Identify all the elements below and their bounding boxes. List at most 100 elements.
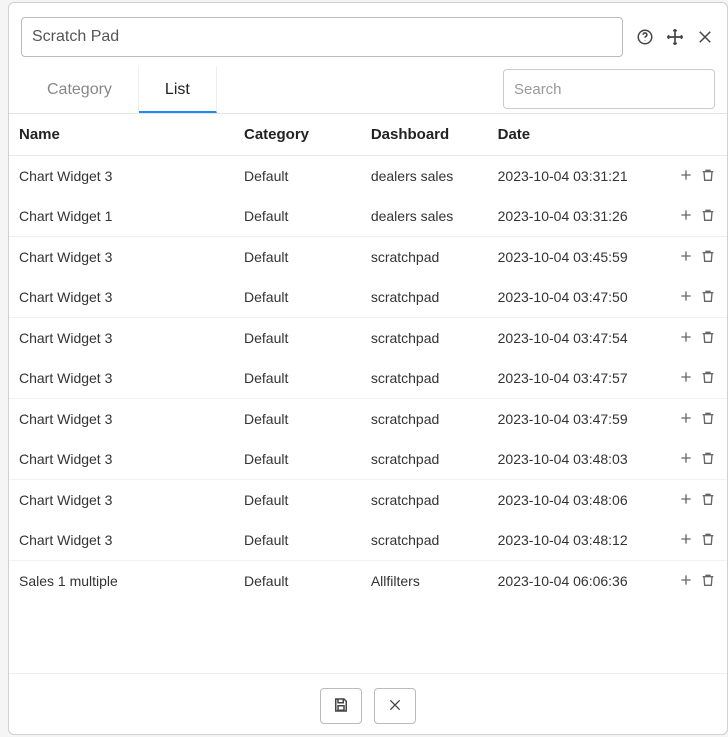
close-icon[interactable] <box>695 27 715 47</box>
cell-dashboard: scratchpad <box>361 520 488 561</box>
cell-date: 2023-10-04 03:48:03 <box>488 439 662 480</box>
cell-category: Default <box>234 520 361 561</box>
table-row[interactable]: Chart Widget 3Defaultscratchpad2023-10-0… <box>9 439 727 480</box>
table-row[interactable]: Chart Widget 3Defaultscratchpad2023-10-0… <box>9 399 727 440</box>
cell-category: Default <box>234 399 361 440</box>
add-icon[interactable] <box>677 449 695 467</box>
cell-actions <box>661 520 727 561</box>
dialog-header <box>9 3 727 67</box>
cell-actions <box>661 318 727 359</box>
cell-category: Default <box>234 358 361 399</box>
table-row[interactable]: Sales 1 multipleDefaultAllfilters2023-10… <box>9 561 727 602</box>
cell-actions <box>661 237 727 278</box>
cell-name: Chart Widget 3 <box>9 399 234 440</box>
scratch-pad-dialog: Category List Name Category Dashboard Da… <box>8 2 728 735</box>
cell-actions <box>661 480 727 521</box>
cell-date: 2023-10-04 03:45:59 <box>488 237 662 278</box>
cell-date: 2023-10-04 03:48:06 <box>488 480 662 521</box>
delete-icon[interactable] <box>699 530 717 548</box>
table-row[interactable]: Chart Widget 3Defaultscratchpad2023-10-0… <box>9 480 727 521</box>
cell-category: Default <box>234 561 361 602</box>
cell-date: 2023-10-04 03:31:26 <box>488 196 662 237</box>
save-button[interactable] <box>320 688 362 724</box>
delete-icon[interactable] <box>699 409 717 427</box>
close-icon <box>387 697 403 716</box>
col-header-date[interactable]: Date <box>488 114 662 156</box>
col-header-dashboard[interactable]: Dashboard <box>361 114 488 156</box>
cell-name: Chart Widget 3 <box>9 156 234 197</box>
cell-category: Default <box>234 439 361 480</box>
cell-dashboard: dealers sales <box>361 156 488 197</box>
cell-name: Chart Widget 3 <box>9 237 234 278</box>
header-controls <box>635 27 715 47</box>
cell-date: 2023-10-04 03:47:59 <box>488 399 662 440</box>
table-row[interactable]: Chart Widget 3Defaultscratchpad2023-10-0… <box>9 277 727 318</box>
cancel-button[interactable] <box>374 688 416 724</box>
add-icon[interactable] <box>677 490 695 508</box>
table-row[interactable]: Chart Widget 3Defaultdealers sales2023-1… <box>9 156 727 197</box>
title-input[interactable] <box>21 17 623 57</box>
table-row[interactable]: Chart Widget 3Defaultscratchpad2023-10-0… <box>9 318 727 359</box>
cell-name: Chart Widget 3 <box>9 318 234 359</box>
cell-date: 2023-10-04 03:47:54 <box>488 318 662 359</box>
tab-list[interactable]: List <box>139 67 217 113</box>
cell-name: Chart Widget 3 <box>9 439 234 480</box>
delete-icon[interactable] <box>699 368 717 386</box>
delete-icon[interactable] <box>699 328 717 346</box>
tabs-row: Category List <box>9 67 727 113</box>
widget-table-container[interactable]: Name Category Dashboard Date Chart Widge… <box>9 113 727 673</box>
cell-dashboard: scratchpad <box>361 358 488 399</box>
col-header-category[interactable]: Category <box>234 114 361 156</box>
cell-actions <box>661 156 727 197</box>
delete-icon[interactable] <box>699 247 717 265</box>
widget-table: Name Category Dashboard Date Chart Widge… <box>9 114 727 601</box>
cell-date: 2023-10-04 03:47:57 <box>488 358 662 399</box>
cell-category: Default <box>234 318 361 359</box>
cell-dashboard: scratchpad <box>361 237 488 278</box>
delete-icon[interactable] <box>699 571 717 589</box>
add-icon[interactable] <box>677 571 695 589</box>
cell-dashboard: dealers sales <box>361 196 488 237</box>
delete-icon[interactable] <box>699 287 717 305</box>
search-input[interactable] <box>503 69 715 109</box>
table-row[interactable]: Chart Widget 3Defaultscratchpad2023-10-0… <box>9 237 727 278</box>
cell-category: Default <box>234 237 361 278</box>
cell-name: Sales 1 multiple <box>9 561 234 602</box>
cell-dashboard: scratchpad <box>361 318 488 359</box>
delete-icon[interactable] <box>699 449 717 467</box>
cell-dashboard: scratchpad <box>361 399 488 440</box>
delete-icon[interactable] <box>699 166 717 184</box>
cell-actions <box>661 439 727 480</box>
add-icon[interactable] <box>677 287 695 305</box>
help-icon[interactable] <box>635 27 655 47</box>
cell-dashboard: scratchpad <box>361 480 488 521</box>
add-icon[interactable] <box>677 166 695 184</box>
move-icon[interactable] <box>665 27 685 47</box>
cell-category: Default <box>234 480 361 521</box>
tab-category[interactable]: Category <box>21 67 139 113</box>
table-row[interactable]: Chart Widget 3Defaultscratchpad2023-10-0… <box>9 358 727 399</box>
delete-icon[interactable] <box>699 206 717 224</box>
cell-category: Default <box>234 277 361 318</box>
cell-category: Default <box>234 196 361 237</box>
cell-dashboard: scratchpad <box>361 439 488 480</box>
table-row[interactable]: Chart Widget 3Defaultscratchpad2023-10-0… <box>9 520 727 561</box>
save-icon <box>332 696 350 717</box>
table-row[interactable]: Chart Widget 1Defaultdealers sales2023-1… <box>9 196 727 237</box>
cell-date: 2023-10-04 06:06:36 <box>488 561 662 602</box>
add-icon[interactable] <box>677 409 695 427</box>
add-icon[interactable] <box>677 368 695 386</box>
col-header-actions <box>661 114 727 156</box>
cell-date: 2023-10-04 03:31:21 <box>488 156 662 197</box>
col-header-name[interactable]: Name <box>9 114 234 156</box>
add-icon[interactable] <box>677 247 695 265</box>
cell-date: 2023-10-04 03:47:50 <box>488 277 662 318</box>
add-icon[interactable] <box>677 328 695 346</box>
cell-name: Chart Widget 3 <box>9 520 234 561</box>
cell-date: 2023-10-04 03:48:12 <box>488 520 662 561</box>
delete-icon[interactable] <box>699 490 717 508</box>
add-icon[interactable] <box>677 530 695 548</box>
dialog-footer <box>9 673 727 734</box>
add-icon[interactable] <box>677 206 695 224</box>
cell-name: Chart Widget 1 <box>9 196 234 237</box>
